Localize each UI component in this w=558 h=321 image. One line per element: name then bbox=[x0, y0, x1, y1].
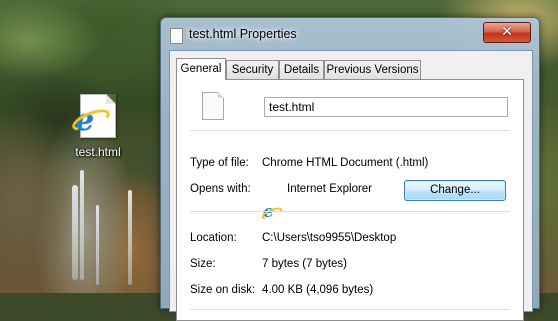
document-icon bbox=[170, 28, 183, 44]
window-title: test.html Properties bbox=[189, 27, 297, 41]
internet-explorer-icon: e bbox=[263, 204, 281, 222]
size-value: 7 bytes (7 bytes) bbox=[262, 258, 348, 270]
dialog-client-area: General Security Details Previous Versio… bbox=[169, 50, 533, 321]
waterfall bbox=[72, 185, 78, 280]
tab-general[interactable]: General bbox=[176, 58, 226, 80]
desktop-icon-label: test.html bbox=[75, 145, 121, 159]
tab-details[interactable]: Details bbox=[279, 60, 324, 79]
type-of-file-value: Chrome HTML Document (.html) bbox=[262, 157, 429, 169]
location-value: C:\Users\tso9955\Desktop bbox=[262, 232, 397, 244]
size-label: Size: bbox=[190, 258, 216, 270]
divider bbox=[190, 211, 510, 212]
internet-explorer-icon: e bbox=[75, 103, 95, 138]
opens-with-value: Internet Explorer bbox=[287, 183, 373, 195]
desktop-file-test-html[interactable]: e test.html bbox=[68, 94, 128, 159]
change-button[interactable]: Change... bbox=[404, 180, 506, 201]
waterfall bbox=[128, 190, 132, 285]
waterfall bbox=[80, 170, 84, 280]
properties-window: test.html Properties ✕ General Security … bbox=[160, 17, 540, 321]
close-button[interactable]: ✕ bbox=[483, 22, 531, 43]
waterfall bbox=[96, 205, 99, 285]
location-label: Location: bbox=[190, 232, 237, 244]
tab-security[interactable]: Security bbox=[226, 60, 279, 79]
general-tab-panel: Type of file: Chrome HTML Document (.htm… bbox=[176, 79, 524, 321]
file-name-input[interactable] bbox=[264, 97, 508, 117]
divider bbox=[190, 309, 510, 310]
size-on-disk-label: Size on disk: bbox=[190, 284, 256, 296]
tab-previous-versions[interactable]: Previous Versions bbox=[324, 60, 421, 79]
size-on-disk-value: 4.00 KB (4,096 bytes) bbox=[262, 284, 374, 296]
divider bbox=[190, 130, 510, 131]
type-of-file-label: Type of file: bbox=[190, 157, 249, 169]
blank-document-icon bbox=[202, 92, 224, 120]
ie-html-file-icon: e bbox=[75, 94, 116, 138]
opens-with-label: Opens with: bbox=[190, 183, 251, 195]
